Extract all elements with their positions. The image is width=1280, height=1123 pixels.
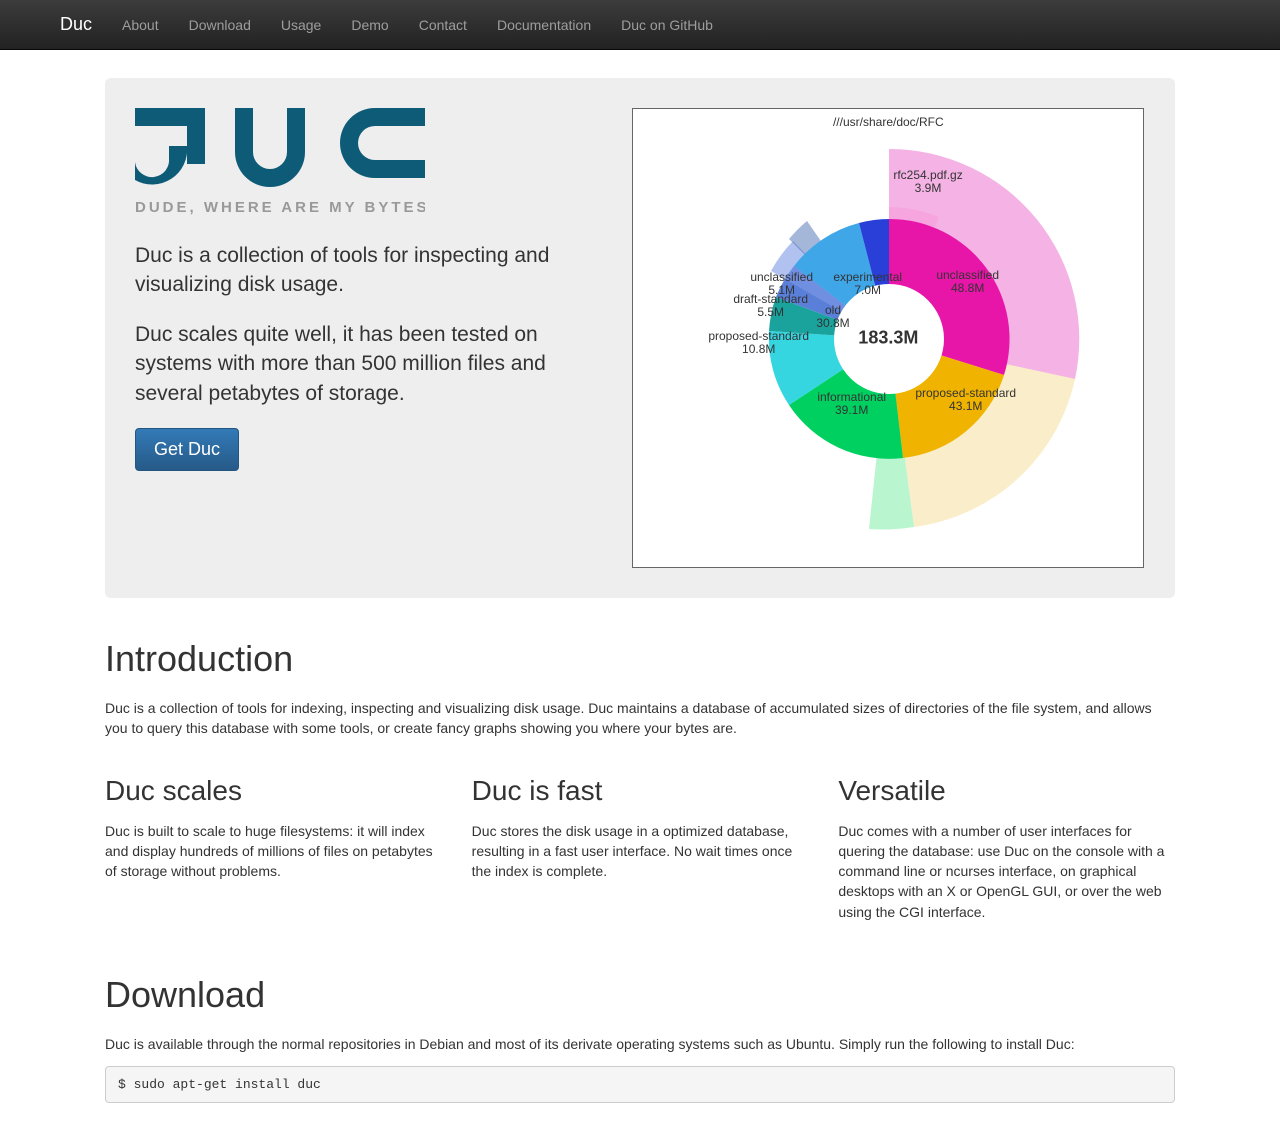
feature-fast-text: Duc stores the disk usage in a optimized… bbox=[472, 821, 809, 882]
label-informational: informational39.1M bbox=[817, 391, 886, 417]
download-heading: Download bbox=[105, 974, 1175, 1016]
nav-contact[interactable]: Contact bbox=[404, 2, 482, 48]
nav-brand[interactable]: Duc bbox=[60, 0, 107, 50]
logo-tagline: DUDE, WHERE ARE MY BYTES bbox=[135, 199, 425, 216]
install-command: $ sudo apt-get install duc bbox=[105, 1066, 1175, 1103]
nav-usage[interactable]: Usage bbox=[266, 2, 336, 48]
nav-github[interactable]: Duc on GitHub bbox=[606, 2, 728, 48]
intro-paragraph: Duc is a collection of tools for indexin… bbox=[105, 698, 1175, 739]
nav-download[interactable]: Download bbox=[174, 2, 266, 48]
hero: DUDE, WHERE ARE MY BYTES Duc is a collec… bbox=[105, 78, 1175, 598]
logo: DUDE, WHERE ARE MY BYTES bbox=[135, 108, 602, 221]
label-old: old30.8M bbox=[816, 304, 849, 330]
chart-title: ///usr/share/doc/RFC bbox=[633, 115, 1143, 129]
label-unclassified-small: unclassified5.1M bbox=[750, 271, 813, 297]
label-unclassified-big: unclassified48.8M bbox=[936, 269, 999, 295]
nav-about[interactable]: About bbox=[107, 2, 174, 48]
feature-fast: Duc is fast Duc stores the disk usage in… bbox=[472, 751, 809, 934]
feature-versatile: Versatile Duc comes with a number of use… bbox=[838, 751, 1175, 934]
label-experimental: experimental7.0M bbox=[833, 271, 902, 297]
hero-lead-1: Duc is a collection of tools for inspect… bbox=[135, 241, 602, 300]
label-proposed-standard-2: proposed-standard10.8M bbox=[708, 330, 809, 356]
nav-documentation[interactable]: Documentation bbox=[482, 2, 606, 48]
feature-versatile-heading: Versatile bbox=[838, 775, 1175, 807]
feature-row: Duc scales Duc is built to scale to huge… bbox=[105, 751, 1175, 934]
intro-heading: Introduction bbox=[105, 638, 1175, 680]
label-rfc254: rfc254.pdf.gz3.9M bbox=[893, 169, 962, 195]
nav-demo[interactable]: Demo bbox=[336, 2, 403, 48]
hero-lead-2: Duc scales quite well, it has been teste… bbox=[135, 320, 602, 408]
label-proposed-standard-1: proposed-standard43.1M bbox=[915, 387, 1016, 413]
feature-versatile-text: Duc comes with a number of user interfac… bbox=[838, 821, 1175, 922]
feature-scales-heading: Duc scales bbox=[105, 775, 442, 807]
feature-scales: Duc scales Duc is built to scale to huge… bbox=[105, 751, 442, 934]
sunburst-chart: ///usr/share/doc/RFC bbox=[632, 108, 1144, 568]
chart-center-value: 183.3M bbox=[858, 328, 918, 349]
feature-scales-text: Duc is built to scale to huge filesystem… bbox=[105, 821, 442, 882]
navbar: Duc About Download Usage Demo Contact Do… bbox=[0, 0, 1280, 50]
download-paragraph: Duc is available through the normal repo… bbox=[105, 1034, 1175, 1054]
feature-fast-heading: Duc is fast bbox=[472, 775, 809, 807]
get-duc-button[interactable]: Get Duc bbox=[135, 428, 239, 471]
logo-icon: DUDE, WHERE ARE MY BYTES bbox=[135, 108, 425, 218]
